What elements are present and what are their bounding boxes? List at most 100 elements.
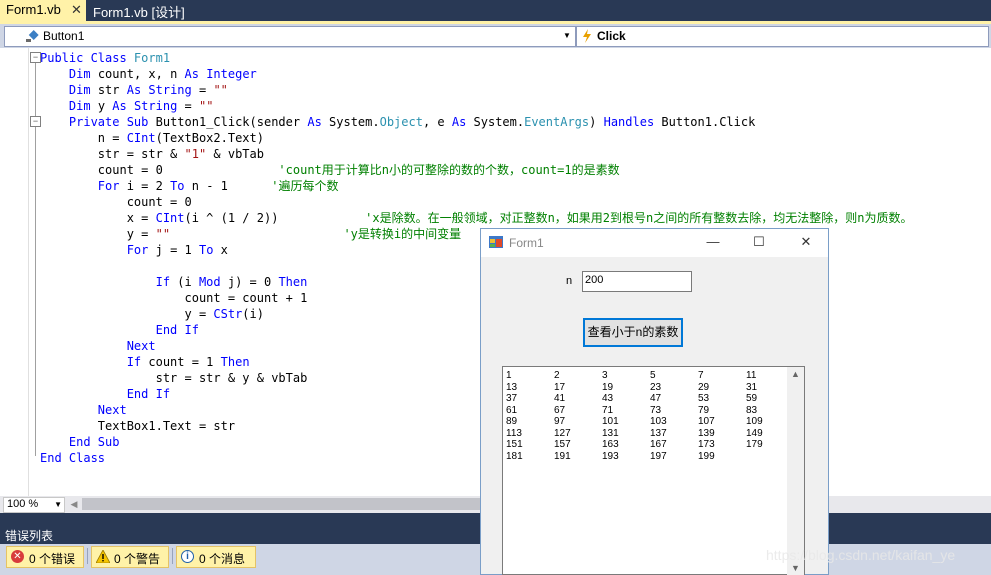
warnings-count: 0 个警告 bbox=[114, 552, 161, 566]
messages-count: 0 个消息 bbox=[199, 552, 246, 566]
zoom-dropdown[interactable]: 100 % ▼ bbox=[3, 497, 65, 513]
code-token: , e bbox=[422, 115, 452, 129]
maximize-icon[interactable]: ☐ bbox=[742, 229, 776, 255]
code-token: = bbox=[191, 83, 214, 97]
code-token: End Class bbox=[40, 451, 106, 465]
errors-filter-button[interactable]: ✕ 0 个错误 bbox=[6, 546, 84, 568]
code-token: Dim bbox=[68, 83, 91, 97]
code-line[interactable]: Dim count, x, n As Integer bbox=[40, 66, 912, 82]
code-token: CInt bbox=[126, 131, 156, 145]
prime-value: 41 bbox=[554, 393, 566, 404]
code-token: Then bbox=[278, 275, 308, 289]
messages-filter-button[interactable]: i 0 个消息 bbox=[176, 546, 256, 568]
code-token: System. bbox=[321, 115, 380, 129]
code-token: As bbox=[307, 115, 322, 129]
prime-value: 107 bbox=[698, 416, 715, 427]
code-line[interactable]: count = 0 bbox=[40, 194, 912, 210]
prime-value: 137 bbox=[650, 427, 667, 439]
prime-value: 103 bbox=[650, 416, 667, 427]
prime-value: 5 bbox=[650, 370, 656, 381]
warning-icon bbox=[96, 550, 110, 563]
code-token: y = bbox=[40, 307, 214, 321]
prime-value: 43 bbox=[602, 393, 614, 404]
code-token: count = count + 1 bbox=[40, 291, 308, 305]
tab-form1-design[interactable]: Form1.vb [设计] bbox=[87, 0, 197, 21]
code-token: End If bbox=[155, 323, 199, 337]
code-line[interactable]: x = CInt(i ^ (1 / 2)) 'x是除数。在一般领域，对正整数n，… bbox=[40, 210, 913, 226]
prime-value: 97 bbox=[554, 416, 566, 427]
prime-value: 173 bbox=[698, 439, 715, 450]
code-token: j = 1 bbox=[148, 243, 199, 257]
event-dropdown[interactable]: Click bbox=[576, 26, 989, 47]
code-line[interactable]: count = 0 'count用于计算比n小的可整除的数的个数，count=1… bbox=[40, 162, 912, 178]
code-token: Dim bbox=[68, 67, 91, 81]
prime-value: 79 bbox=[698, 404, 710, 416]
scroll-down-icon[interactable]: ▼ bbox=[787, 563, 804, 573]
prime-value: 7 bbox=[698, 370, 704, 381]
prime-value: 71 bbox=[602, 404, 614, 416]
n-input[interactable]: 200 bbox=[582, 271, 692, 292]
errors-count: 0 个错误 bbox=[29, 552, 76, 566]
output-line: 1 2 3 5 7 11 bbox=[506, 370, 794, 382]
prime-value: 191 bbox=[554, 450, 571, 462]
close-icon[interactable]: ✕ bbox=[71, 2, 82, 18]
code-token: Button1.Click bbox=[654, 115, 756, 129]
n-label: n bbox=[566, 275, 573, 287]
scroll-left-icon[interactable]: ◀ bbox=[68, 497, 80, 511]
code-token: For bbox=[126, 243, 149, 257]
code-token: CInt bbox=[155, 211, 185, 225]
code-token: i = 2 bbox=[119, 179, 171, 193]
chevron-down-icon: ▼ bbox=[563, 31, 571, 40]
error-icon: ✕ bbox=[11, 550, 24, 563]
close-window-icon[interactable]: ✕ bbox=[789, 229, 823, 255]
code-token: 'x是除数。在一般领域，对正整数n，如果用2到根号n之间的所有整数去除，均无法整… bbox=[365, 211, 913, 225]
code-token: EventArgs bbox=[524, 115, 590, 129]
app-icon bbox=[489, 236, 503, 248]
output-vertical-scrollbar[interactable]: ▲ ▼ bbox=[787, 367, 804, 575]
code-token: Public Class bbox=[40, 51, 134, 65]
error-list-title: 错误列表 bbox=[5, 529, 54, 543]
scroll-up-icon[interactable]: ▲ bbox=[787, 369, 804, 379]
minimize-icon[interactable]: — bbox=[696, 229, 730, 255]
find-primes-button[interactable]: 查看小于n的素数 bbox=[583, 318, 683, 347]
object-dropdown[interactable]: Button1 ▼ bbox=[4, 26, 576, 47]
code-token: Form1 bbox=[133, 51, 171, 65]
code-line[interactable]: str = str & "1" & vbTab bbox=[40, 146, 912, 162]
prime-value: 37 bbox=[506, 393, 518, 404]
prime-value: 73 bbox=[650, 404, 662, 416]
code-token: Next bbox=[97, 403, 127, 417]
prime-value: 101 bbox=[602, 416, 619, 427]
code-token: Dim bbox=[68, 99, 91, 113]
code-token: n - 1 bbox=[184, 179, 272, 193]
code-token: y = bbox=[40, 227, 156, 241]
code-token: TextBox1.Text = str bbox=[40, 419, 236, 433]
code-token: str bbox=[90, 83, 127, 97]
code-token: To bbox=[170, 179, 185, 193]
code-line[interactable]: Public Class Form1 bbox=[40, 50, 912, 66]
code-line[interactable]: Private Sub Button1_Click(sender As Syst… bbox=[40, 114, 912, 130]
prime-value: 23 bbox=[650, 381, 662, 393]
tab-form1-vb[interactable]: Form1.vb ✕ bbox=[0, 0, 86, 21]
prime-value: 181 bbox=[506, 450, 523, 462]
code-line[interactable]: For i = 2 To n - 1 '遍历每个数 bbox=[40, 178, 912, 194]
code-token: Button1_Click(sender bbox=[148, 115, 308, 129]
code-line[interactable]: n = CInt(TextBox2.Text) bbox=[40, 130, 912, 146]
prime-value: 2 bbox=[554, 370, 560, 381]
scrollbar-thumb[interactable] bbox=[82, 498, 480, 510]
code-token: x bbox=[213, 243, 228, 257]
code-token: To bbox=[198, 243, 214, 257]
code-token: Private Sub bbox=[68, 115, 149, 129]
code-token: As String bbox=[126, 83, 192, 97]
output-line: 37 41 43 47 53 59 bbox=[506, 393, 794, 405]
code-line[interactable]: Dim y As String = "" bbox=[40, 98, 912, 114]
code-token: Next bbox=[126, 339, 156, 353]
warnings-filter-button[interactable]: 0 个警告 bbox=[91, 546, 169, 568]
output-line: 151 157 163 167 173 179 bbox=[506, 439, 794, 451]
code-line[interactable]: Dim str As String = "" bbox=[40, 82, 912, 98]
